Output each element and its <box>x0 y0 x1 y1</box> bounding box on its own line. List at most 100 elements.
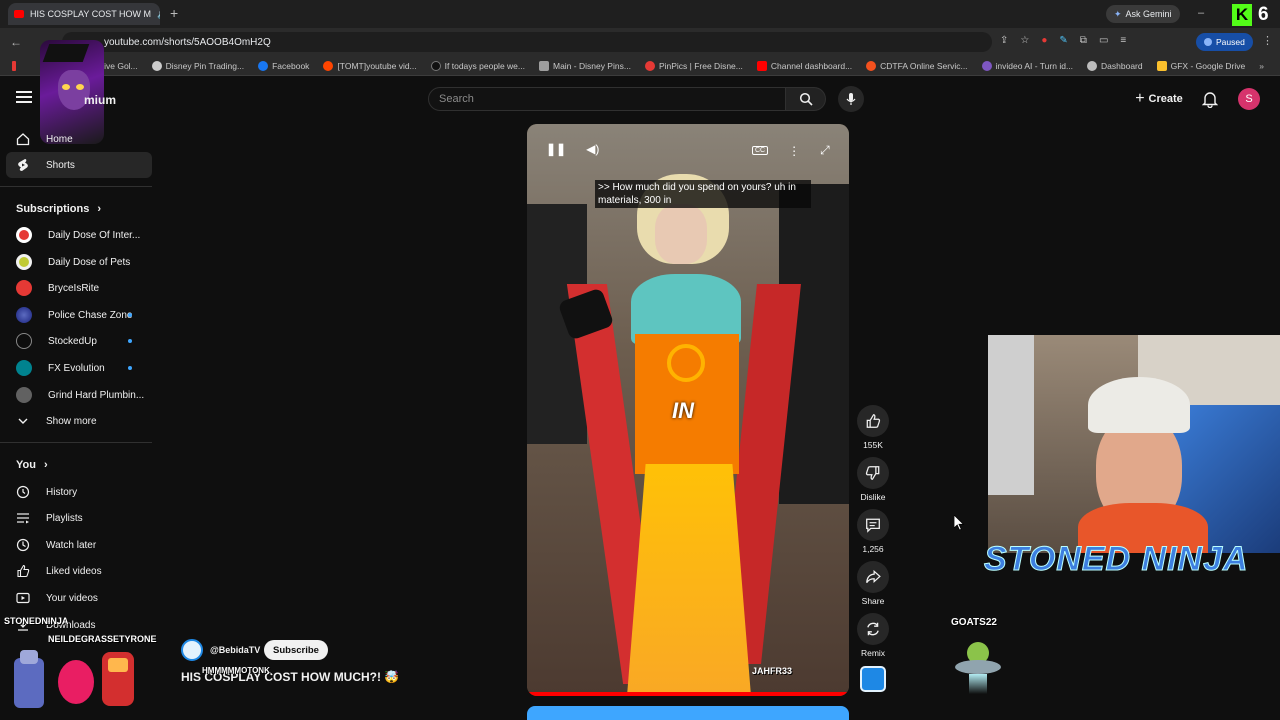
comments-button[interactable] <box>857 509 889 541</box>
voice-search-button[interactable] <box>838 86 864 112</box>
minimize-icon[interactable]: – <box>1198 7 1204 19</box>
thumbs-up-icon <box>17 564 30 578</box>
channel-name: Police Chase Zone <box>48 309 133 321</box>
chevron-right-icon: › <box>97 203 102 215</box>
volume-icon[interactable]: ◀) <box>586 142 599 156</box>
sidebar-label: Watch later <box>46 539 97 551</box>
fullscreen-icon[interactable]: ⤢ <box>820 143 830 158</box>
channel-avatar <box>16 307 32 323</box>
mouse-cursor-icon <box>954 515 965 531</box>
sidebar-label: History <box>46 486 78 498</box>
closed-captions-icon[interactable]: CC <box>752 146 769 155</box>
reddit-icon <box>323 60 334 71</box>
channel-avatar[interactable] <box>181 639 203 661</box>
sidebar-label: Playlists <box>46 512 83 524</box>
invideo-icon <box>981 60 992 71</box>
browser-tab[interactable]: HIS COSPLAY COST HOW M 🔊 × <box>8 3 160 25</box>
bookmark-item[interactable]: Dashboard <box>1087 60 1143 71</box>
thumbs-down-icon <box>865 466 880 480</box>
sidebar-channel[interactable]: BryceIsRite <box>0 275 152 301</box>
extensions-puzzle-icon[interactable]: ⧉ <box>1080 35 1087 46</box>
media-icon[interactable]: ≡ <box>1120 35 1126 46</box>
bookmark-label: Dashboard <box>1101 60 1143 71</box>
sidepanel-icon[interactable]: ▭ <box>1099 35 1108 46</box>
sidebar-channel[interactable]: FX Evolution <box>0 355 152 381</box>
notifications-bell-icon[interactable] <box>1202 90 1218 108</box>
channel-avatar <box>16 227 32 243</box>
sidebar-label: Shorts <box>46 159 75 171</box>
playlists-icon <box>17 513 29 524</box>
bookmark-item[interactable]: GFX - Google Drive <box>1156 60 1245 71</box>
dislike-label: Dislike <box>860 492 886 502</box>
extension-icon[interactable]: ✎ <box>1059 35 1067 46</box>
browser-menu-icon[interactable]: ⋮ <box>1262 34 1273 47</box>
extension-icon[interactable]: ● <box>1041 35 1047 46</box>
gemini-icon: ✦ <box>1114 8 1122 19</box>
shorts-icon <box>18 159 28 171</box>
channel-handle[interactable]: @BebidaTV <box>210 645 260 655</box>
pause-icon[interactable]: ❚❚ <box>546 142 566 156</box>
sidebar-item-your-videos[interactable]: Your videos <box>0 585 152 611</box>
bookmark-item[interactable]: [TOMT]youtube vid... <box>323 60 417 71</box>
search-button[interactable] <box>786 87 826 111</box>
share-button[interactable] <box>857 561 889 593</box>
bookmark-label: Disney Pin Trading... <box>165 60 245 71</box>
like-count: 155K <box>863 440 883 450</box>
install-icon[interactable]: ⇪ <box>1000 35 1008 46</box>
dashboard-icon <box>1087 60 1098 71</box>
browser-tab-bar: HIS COSPLAY COST HOW M 🔊 × + ✦ Ask Gemin… <box>0 0 1280 28</box>
bookmark-item[interactable]: Channel dashboard... <box>756 60 852 71</box>
sidebar-item-history[interactable]: History <box>0 479 152 505</box>
youtube-logo-text[interactable]: mium <box>84 93 116 107</box>
more-bookmarks-icon[interactable]: » <box>1259 61 1264 71</box>
account-avatar[interactable]: S <box>1238 88 1260 110</box>
subscribe-button[interactable]: Subscribe <box>264 640 328 660</box>
profile-paused-button[interactable]: Paused <box>1196 33 1253 51</box>
create-button[interactable]: + Create <box>1126 86 1192 112</box>
sidebar-channel[interactable]: Police Chase Zone <box>0 302 152 328</box>
sidebar-item-watch-later[interactable]: Watch later <box>0 532 152 558</box>
you-header[interactable]: You › <box>16 459 48 471</box>
apps-icon[interactable] <box>12 60 17 71</box>
bookmark-star-icon[interactable]: ☆ <box>1020 35 1029 46</box>
channel-avatar <box>16 280 32 296</box>
remix-button[interactable] <box>857 613 889 645</box>
dislike-button[interactable] <box>857 457 889 489</box>
sidebar-item-liked-videos[interactable]: Liked videos <box>0 558 152 584</box>
audio-source-thumbnail[interactable] <box>860 666 886 692</box>
sidebar-channel[interactable]: Daily Dose of Pets <box>0 249 152 275</box>
like-button[interactable] <box>857 405 889 437</box>
sidebar-channel[interactable]: Daily Dose Of Inter... <box>0 222 152 248</box>
bookmark-item[interactable]: If todays people we... <box>430 60 525 71</box>
more-options-icon[interactable]: ⋮ <box>788 144 800 158</box>
back-icon[interactable]: ← <box>10 35 22 49</box>
subscriptions-header[interactable]: Subscriptions › <box>16 203 101 215</box>
sidebar-item-shorts[interactable]: Shorts <box>6 152 152 178</box>
channel-name: BryceIsRite <box>48 282 100 294</box>
sidebar-item-playlists[interactable]: Playlists <box>0 505 152 531</box>
overlay-username: NEILDEGRASSETYRONE <box>48 634 157 644</box>
bookmark-item[interactable]: CDTFA Online Servic... <box>866 60 968 71</box>
home-icon <box>16 133 30 146</box>
bookmark-item[interactable]: PinPics | Free Disne... <box>644 60 743 71</box>
sidebar-label: Liked videos <box>46 565 102 577</box>
new-tab-icon[interactable]: + <box>170 5 178 21</box>
search-input[interactable]: Search <box>428 87 786 111</box>
sidebar-item-home[interactable]: Home <box>0 126 152 152</box>
sidebar-channel[interactable]: Grind Hard Plumbin... <box>0 382 152 408</box>
tab-audio-icon[interactable]: 🔊 <box>157 9 160 20</box>
create-label: Create <box>1148 93 1183 105</box>
bookmark-item[interactable]: Main - Disney Pins... <box>538 60 631 71</box>
ask-gemini-button[interactable]: ✦ Ask Gemini <box>1106 5 1180 23</box>
bookmark-item[interactable]: Disney Pin Trading... <box>151 60 245 71</box>
kick-logo-icon: K <box>1232 4 1252 26</box>
sidebar-channel[interactable]: StockedUp <box>0 328 152 354</box>
hamburger-menu-icon[interactable] <box>16 91 32 103</box>
bookmark-item[interactable]: invideo AI - Turn id... <box>981 60 1073 71</box>
new-content-dot <box>128 366 132 370</box>
next-short-preview[interactable] <box>527 706 849 720</box>
show-more-button[interactable]: Show more <box>0 408 152 434</box>
remix-icon <box>867 622 879 636</box>
youtube-favicon-icon <box>14 10 24 18</box>
bookmark-item[interactable]: Facebook <box>258 60 309 71</box>
